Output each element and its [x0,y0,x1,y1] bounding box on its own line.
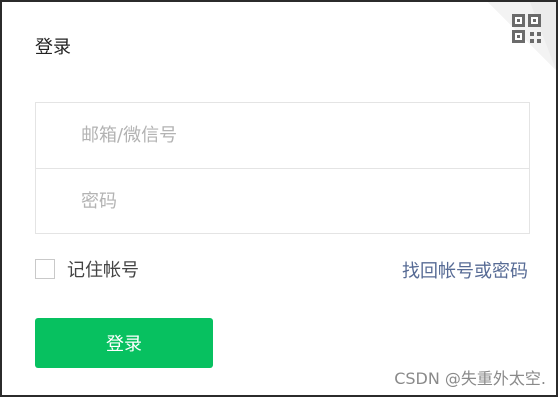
password-input[interactable] [36,169,529,234]
qr-code-icon [488,2,556,70]
login-form [35,102,530,234]
login-button[interactable]: 登录 [35,318,213,368]
remember-account-checkbox[interactable] [35,259,55,279]
qr-login-switch[interactable] [458,2,556,100]
remember-account-option[interactable]: 记住帐号 [35,256,139,282]
login-dialog: 登录 记住帐号 找回帐号或密码 登录 CSDN @失重外太空. [0,0,558,397]
find-account-link[interactable]: 找回帐号或密码 [402,257,528,283]
account-input[interactable] [36,103,529,168]
watermark: CSDN @失重外太空. [394,369,546,388]
remember-account-label: 记住帐号 [67,260,139,281]
dialog-title: 登录 [35,37,71,58]
